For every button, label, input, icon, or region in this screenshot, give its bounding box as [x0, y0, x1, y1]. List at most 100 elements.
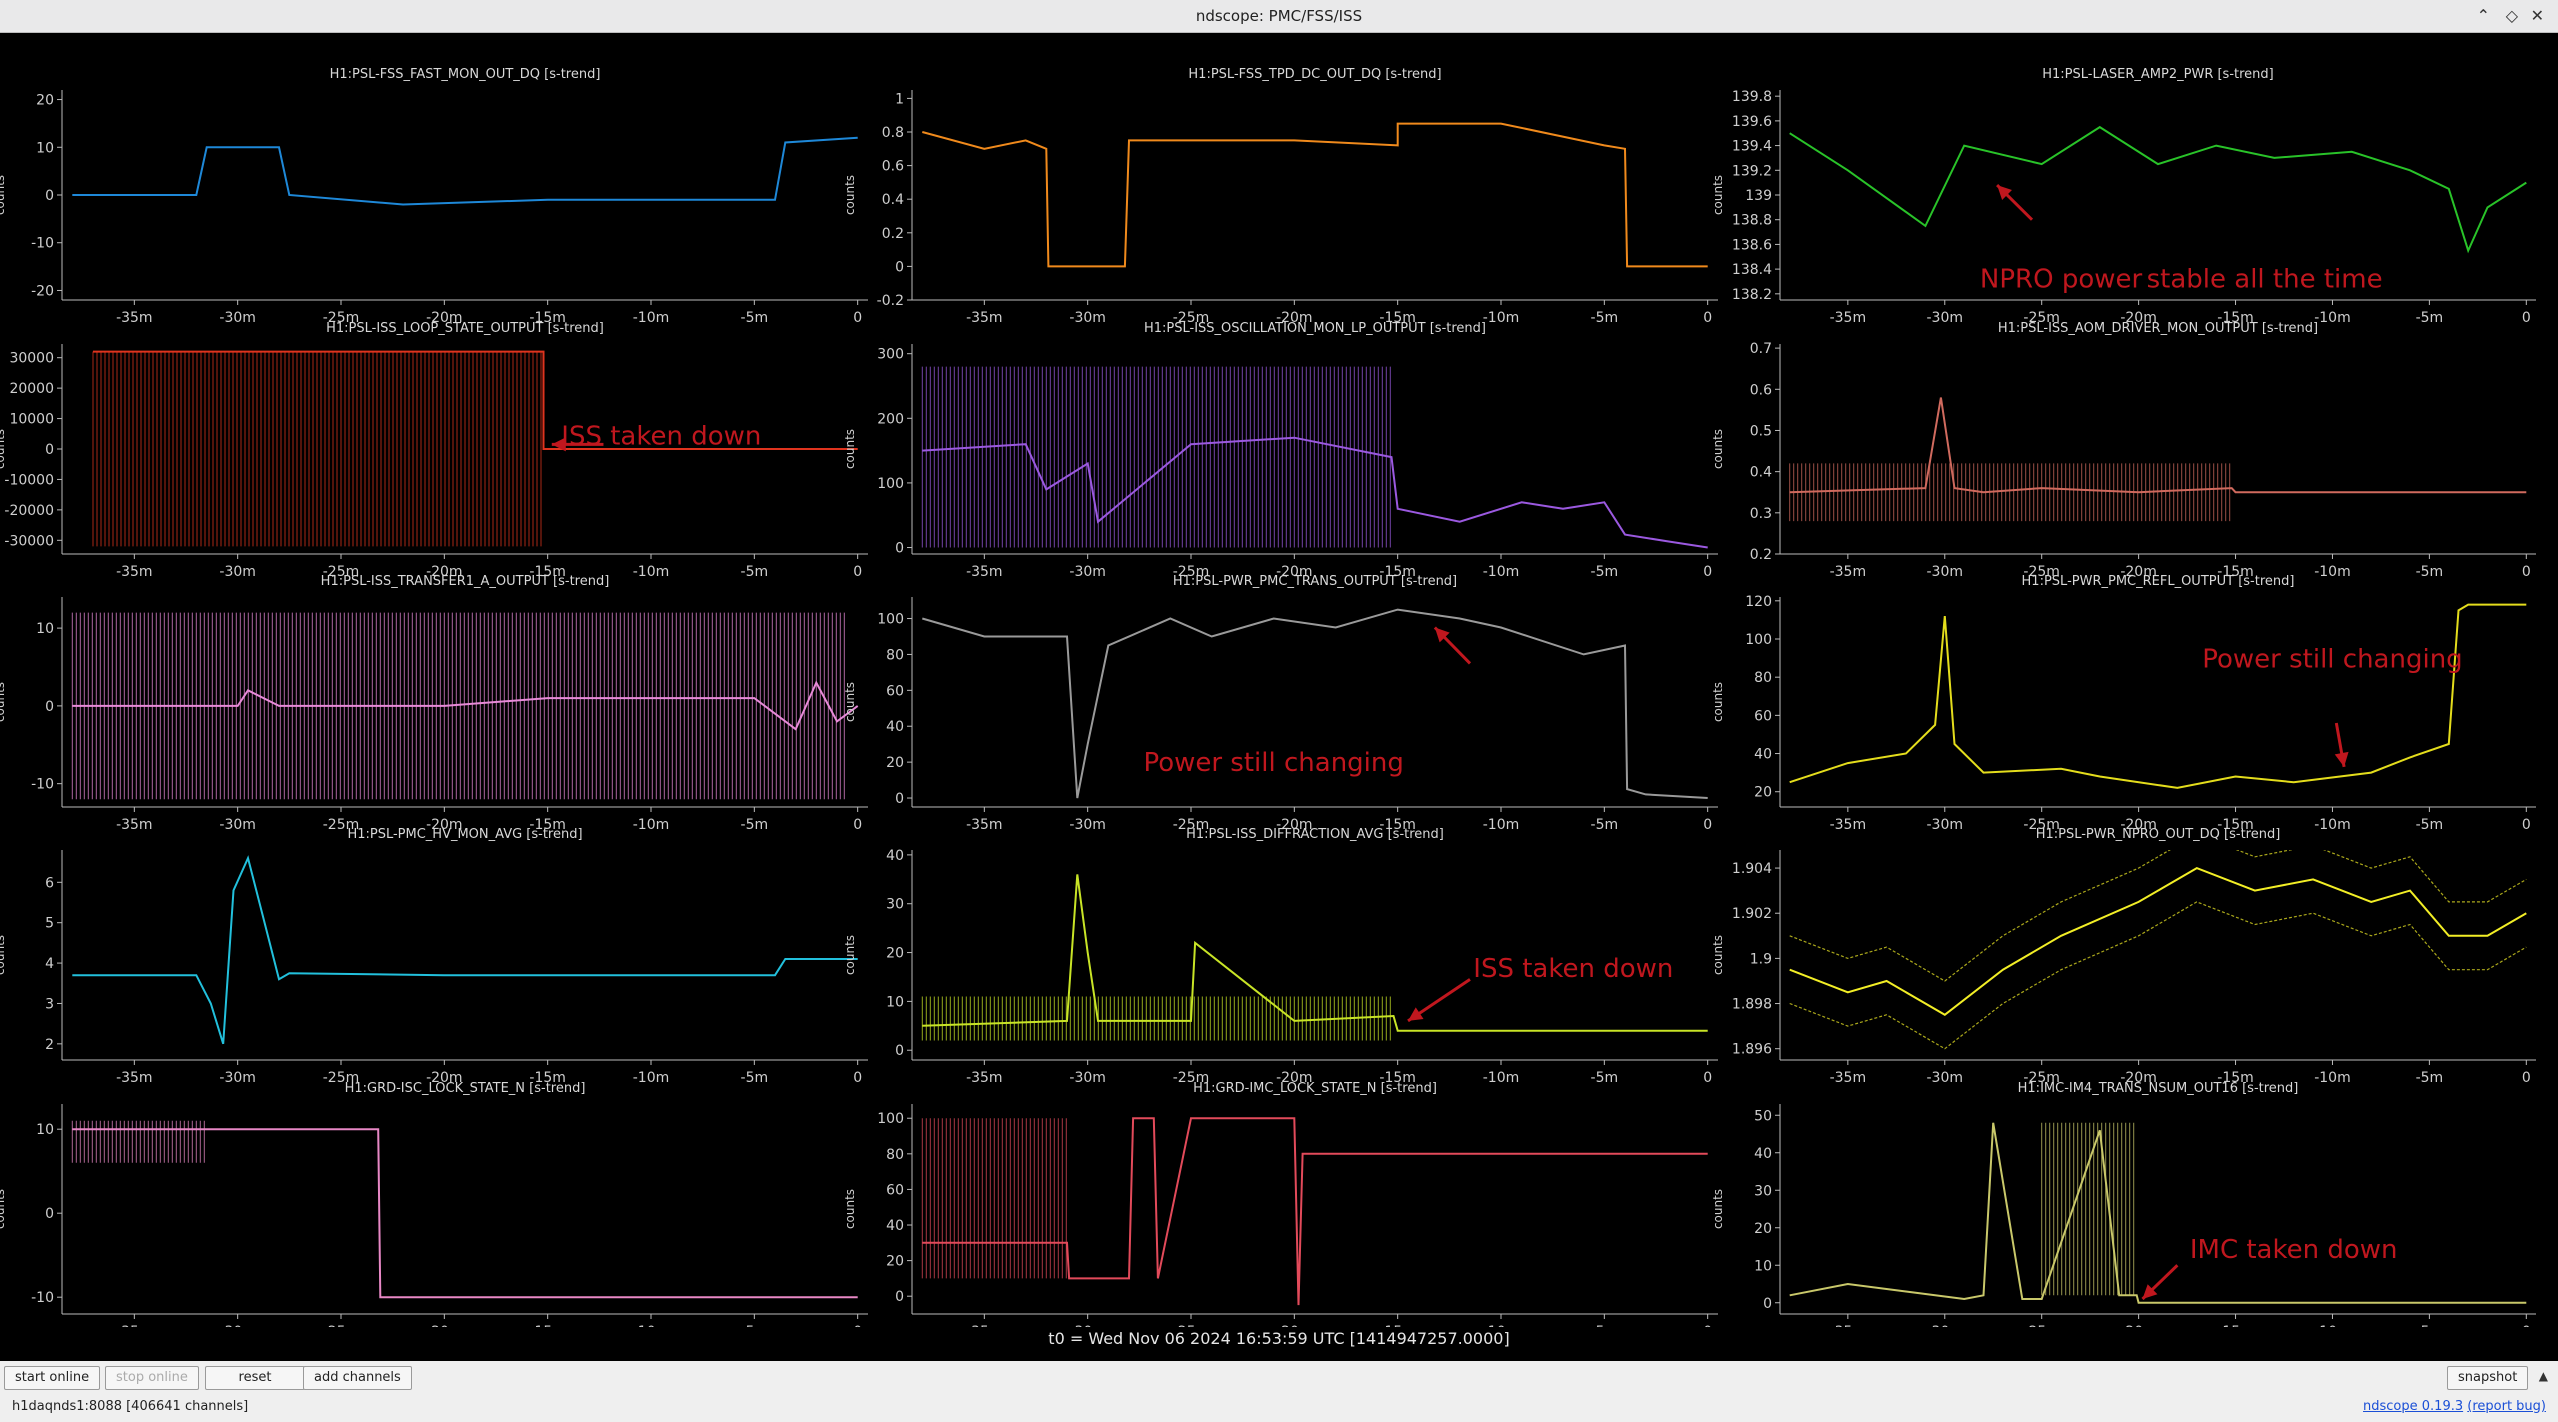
x-tick-label: 0 [853, 564, 862, 580]
plot-title: H1:PSL-ISS_OSCILLATION_MON_LP_OUTPUT [s-… [1144, 321, 1486, 336]
series-line [922, 122, 1708, 268]
x-tick-label: -30m [1069, 1324, 1106, 1327]
y-tick-label: 20 [1754, 785, 1772, 801]
arrow-head [1408, 1007, 1424, 1021]
x-tick-label: -10m [2314, 1324, 2351, 1327]
plot-title: H1:PSL-ISS_DIFFRACTION_AVG [s-trend] [1186, 827, 1444, 842]
y-tick-label: 10000 [9, 412, 54, 428]
y-tick-label: 138.6 [1732, 237, 1772, 253]
maximize-icon[interactable]: ◇ [2506, 6, 2518, 25]
y-tick-label: 0 [45, 442, 54, 458]
x-tick-label: -10m [1483, 564, 1520, 580]
y-tick-label: 0 [45, 188, 54, 204]
plot-10: H1:PSL-PMC_HV_MON_AVG [s-trend] 2 3 4 5 6 -35m… [0, 827, 868, 1086]
x-tick-label: -30m [1927, 1324, 1964, 1327]
y-tick-label: 40 [1754, 747, 1772, 763]
plot-area [922, 122, 1708, 268]
plot-4: H1:PSL-ISS_LOOP_STATE_OUTPUT [s-trend] -3… [0, 321, 868, 580]
plot-title: H1:PSL-LASER_AMP2_PWR [s-trend] [2042, 67, 2274, 82]
x-tick-label: -5m [2416, 310, 2444, 326]
x-tick-label: -5m [1591, 817, 1619, 833]
trend-envelope [2041, 1122, 2135, 1296]
x-tick-label: -5m [741, 817, 769, 833]
y-tick-label: 30000 [9, 351, 54, 367]
plot-title: H1:PSL-ISS_AOM_DRIVER_MON_OUTPUT [s-tren… [1998, 321, 2318, 336]
stop-online-button[interactable]: stop online [105, 1366, 199, 1390]
x-tick-label: -10m [1483, 1070, 1520, 1086]
minimize-icon[interactable]: ⌃ [2477, 6, 2490, 25]
x-tick-label: 0 [2522, 817, 2531, 833]
y-tick-label: 6 [45, 875, 54, 891]
x-tick-label: -35m [1830, 1324, 1867, 1327]
y-tick-label: 300 [877, 347, 904, 363]
y-tick-label: 120 [1745, 594, 1772, 610]
x-tick-label: -35m [1830, 310, 1867, 326]
x-tick-label: -5m [2416, 564, 2444, 580]
y-tick-label: 20 [886, 755, 904, 771]
y-tick-label: 20000 [9, 381, 54, 397]
y-tick-label: 40 [1754, 1146, 1772, 1162]
plot-area [71, 1120, 858, 1299]
plot-title: H1:PSL-FSS_FAST_MON_OUT_DQ [s-trend] [330, 67, 601, 82]
y-tick-label: 139.8 [1732, 89, 1772, 105]
plot-area [72, 855, 858, 1045]
report-bug-link[interactable]: (report bug) [2467, 1399, 2546, 1414]
nds-status: h1daqnds1:8088 [406641 channels] [12, 1399, 249, 1414]
y-tick-label: 1.902 [1732, 906, 1772, 922]
snapshot-button[interactable]: snapshot [2447, 1366, 2529, 1390]
trend-envelope [921, 996, 1391, 1041]
x-tick-label: -20m [2120, 1324, 2157, 1327]
y-tick-label: 1.898 [1732, 997, 1772, 1013]
y-tick-label: 0 [895, 1043, 904, 1059]
series-line [1789, 603, 2527, 789]
series-line [1789, 1122, 2527, 1304]
x-tick-label: -15m [1379, 1324, 1416, 1327]
x-tick-label: 0 [853, 1070, 862, 1086]
y-tick-label: 1.9 [1750, 951, 1772, 967]
x-tick-label: -10m [1483, 1324, 1520, 1327]
x-tick-label: -30m [219, 817, 256, 833]
plot-title: H1:GRD-ISC_LOCK_STATE_N [s-trend] [345, 1081, 586, 1096]
y-tick-label: 0.3 [1750, 506, 1772, 522]
y-tick-label: 80 [1754, 670, 1772, 686]
x-tick-label: -35m [1830, 817, 1867, 833]
x-tick-label: -5m [1591, 1070, 1619, 1086]
plot-title: H1:PSL-PWR_NPRO_OUT_DQ [s-trend] [2036, 827, 2281, 842]
y-tick-label: 0.5 [1750, 423, 1772, 439]
plot-6: H1:PSL-ISS_AOM_DRIVER_MON_OUTPUT [s-tren… [1711, 321, 2536, 580]
x-tick-label: -35m [116, 564, 153, 580]
plot-3: H1:PSL-LASER_AMP2_PWR [s-trend] 138.2 138.… [1711, 67, 2536, 326]
series-line [72, 136, 858, 206]
plot-grid[interactable]: H1:PSL-FSS_FAST_MON_OUT_DQ [s-trend] -20 -… [0, 32, 2558, 1327]
x-tick-label: -5m [741, 564, 769, 580]
window-title: ndscope: PMC/FSS/ISS [1195, 7, 1363, 25]
plot-11: H1:PSL-ISS_DIFFRACTION_AVG [s-trend] 0 10 2… [843, 827, 1718, 1086]
trend-envelope [921, 1118, 1067, 1279]
plot-area [72, 136, 858, 206]
y-tick-label: -10 [31, 1290, 54, 1306]
x-tick-label: -30m [219, 1324, 256, 1327]
x-tick-label: -10m [1483, 310, 1520, 326]
x-tick-label: -25m [1173, 1324, 1210, 1327]
x-tick-label: -5m [1591, 1324, 1619, 1327]
chevron-up-icon[interactable]: ▲ [2539, 1369, 2548, 1383]
y-tick-label: 30 [1754, 1183, 1772, 1199]
x-tick-label: -10m [1483, 817, 1520, 833]
add-channels-button[interactable]: add channels [303, 1366, 412, 1390]
x-tick-label: -35m [1830, 564, 1867, 580]
y-tick-label: 80 [886, 1147, 904, 1163]
y-tick-label: -0.2 [877, 293, 904, 309]
y-tick-label: -10 [31, 777, 54, 793]
x-tick-label: 0 [1703, 1324, 1712, 1327]
y-tick-label: 20 [886, 946, 904, 962]
version-link[interactable]: ndscope 0.19.3 [2363, 1399, 2463, 1414]
x-tick-label: -5m [2416, 1070, 2444, 1086]
y-tick-label: 40 [886, 1218, 904, 1234]
y-tick-label: 40 [886, 719, 904, 735]
version-info: ndscope 0.19.3 (report bug) [2363, 1399, 2546, 1414]
reset-button[interactable]: reset [205, 1366, 305, 1390]
y-tick-label: 0 [895, 259, 904, 275]
close-icon[interactable]: ✕ [2531, 6, 2544, 25]
x-tick-label: -35m [116, 1324, 153, 1327]
start-online-button[interactable]: start online [4, 1366, 101, 1390]
